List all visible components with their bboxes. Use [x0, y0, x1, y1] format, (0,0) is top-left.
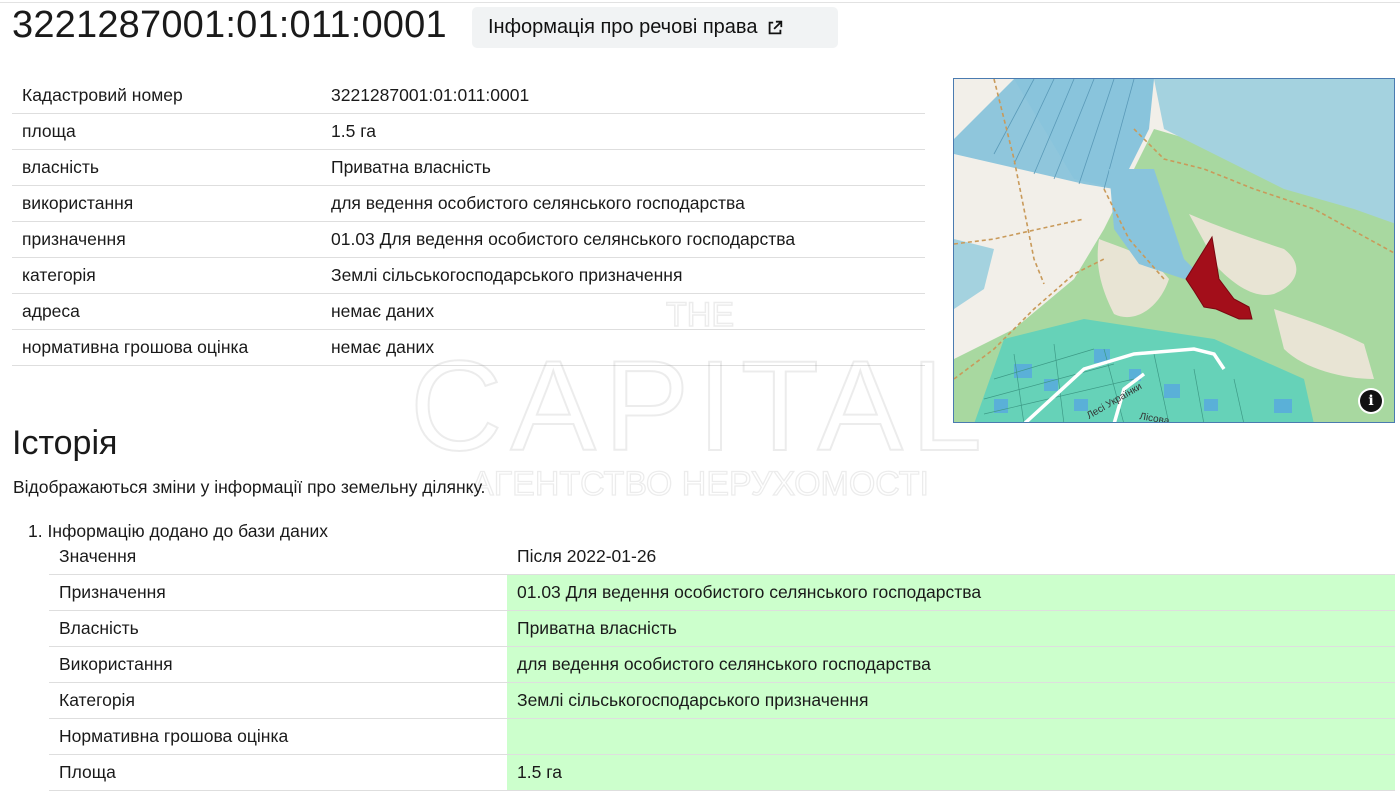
map-info-icon[interactable]: i: [1360, 390, 1382, 412]
info-key: нормативна грошова оцінка: [12, 329, 321, 366]
table-row: призначення 01.03 Для ведення особистого …: [12, 221, 925, 258]
info-key: площа: [12, 113, 321, 150]
table-row: Категорія Землі сільськогосподарського пр…: [49, 682, 1395, 719]
column-header-after: Після 2022-01-26: [507, 539, 1395, 575]
change-new-value: [507, 718, 1395, 755]
table-row: Використання для ведення особистого селян…: [49, 646, 1395, 683]
change-key: Нормативна грошова оцінка: [49, 718, 507, 755]
info-value: немає даних: [321, 329, 925, 366]
table-row: категорія Землі сільськогосподарського пр…: [12, 257, 925, 294]
change-new-value: для ведення особистого селянського госпо…: [507, 646, 1395, 683]
table-row: Площа 1.5 га: [49, 754, 1395, 791]
info-value: для ведення особистого селянського госпо…: [321, 185, 925, 222]
table-row: Призначення 01.03 Для ведення особистого …: [49, 574, 1395, 611]
info-value: 1.5 га: [321, 113, 925, 150]
info-value: 01.03 Для ведення особистого селянського…: [321, 221, 925, 258]
change-key: Категорія: [49, 682, 507, 719]
table-row: площа 1.5 га: [12, 113, 925, 150]
info-key: використання: [12, 185, 321, 222]
change-new-value: Приватна власність: [507, 610, 1395, 647]
parcel-info-table: Кадастровий номер 3221287001:01:011:0001 …: [12, 78, 925, 366]
change-key: Призначення: [49, 574, 507, 611]
table-row: використання для ведення особистого селян…: [12, 185, 925, 222]
table-row: Власність Приватна власність: [49, 610, 1395, 647]
table-row: адреса немає даних: [12, 293, 925, 330]
table-row: власність Приватна власність: [12, 149, 925, 186]
table-row: Нормативна грошова оцінка: [49, 718, 1395, 755]
change-new-value: 01.03 Для ведення особистого селянського…: [507, 574, 1395, 611]
info-value: немає даних: [321, 293, 925, 330]
change-key: Власність: [49, 610, 507, 647]
info-key: Кадастровий номер: [12, 78, 321, 114]
history-title: Історія: [12, 424, 118, 462]
info-value: Приватна власність: [321, 149, 925, 186]
info-key: адреса: [12, 293, 321, 330]
history-description: Відображаються зміни у інформації про зе…: [13, 477, 486, 497]
external-link-icon: [769, 20, 783, 34]
table-row: Кадастровий номер 3221287001:01:011:0001: [12, 78, 925, 114]
info-value: Землі сільськогосподарського призначення: [321, 257, 925, 294]
change-key: Площа: [49, 754, 507, 791]
column-header-value: Значення: [49, 539, 507, 575]
table-row: нормативна грошова оцінка немає даних: [12, 329, 925, 366]
property-rights-button[interactable]: Інформація про речові права: [472, 7, 838, 48]
info-key: власність: [12, 149, 321, 186]
page-title: 3221287001:01:011:0001: [12, 4, 447, 46]
info-key: категорія: [12, 257, 321, 294]
table-header-row: Значення Після 2022-01-26: [49, 539, 1395, 575]
property-rights-button-label: Інформація про речові права: [488, 16, 758, 38]
change-new-value: 1.5 га: [507, 754, 1395, 791]
map-canvas[interactable]: Лесі Українки Лісова: [954, 79, 1395, 423]
change-key: Використання: [49, 646, 507, 683]
change-new-value: Землі сільськогосподарського призначення: [507, 682, 1395, 719]
info-key: призначення: [12, 221, 321, 258]
cadastral-map[interactable]: Лесі Українки Лісова i: [953, 78, 1395, 423]
info-value: 3221287001:01:011:0001: [321, 78, 925, 114]
history-changes-table: Значення Після 2022-01-26 Призначення 01.…: [49, 539, 1395, 791]
svg-text:АГЕНТСТВО НЕРУХОМОСТІ: АГЕНТСТВО НЕРУХОМОСТІ: [471, 465, 929, 503]
